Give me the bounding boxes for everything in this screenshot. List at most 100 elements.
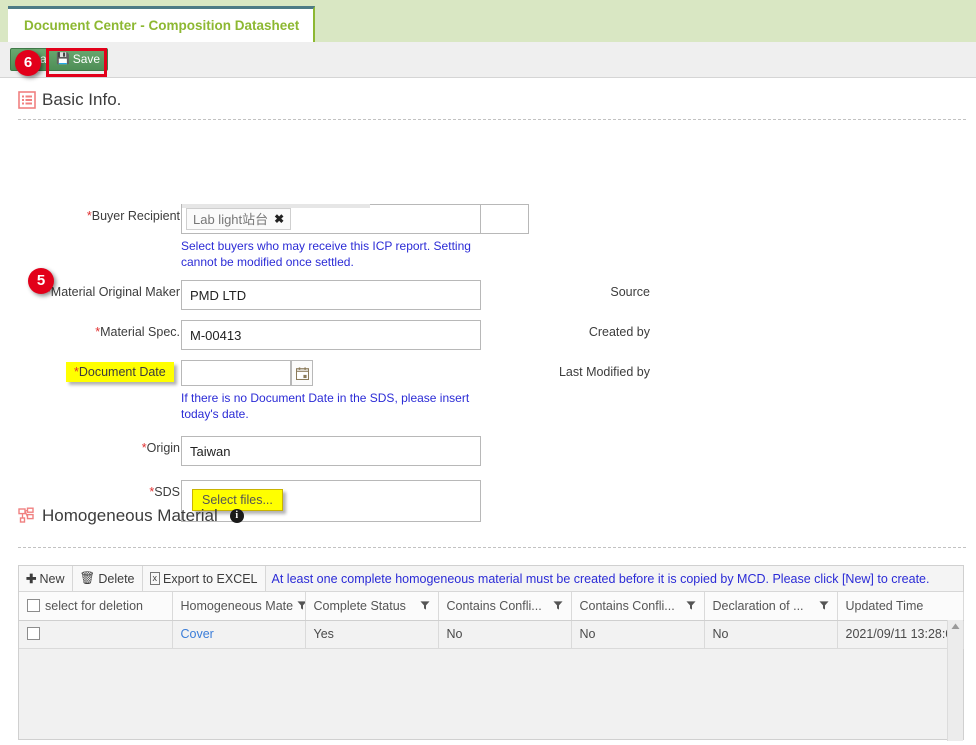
basic-info-separator: [18, 119, 966, 120]
buyer-recipient-label-text: Buyer Recipient: [91, 209, 180, 223]
homogeneous-material-title: Homogeneous Material: [42, 506, 218, 525]
plus-icon: ✚: [26, 572, 37, 586]
tree-icon: [18, 507, 34, 523]
column-header-contains-conflict-2-label: Contains Confli...: [579, 598, 675, 613]
basic-info-header: Basic Info.: [0, 90, 976, 110]
column-header-homogeneous-material[interactable]: Homogeneous Mate: [172, 592, 306, 621]
row-complete-status: Yes: [305, 620, 439, 649]
select-files-label: Select files...: [202, 493, 273, 507]
row-homogeneous-material-name[interactable]: Cover: [172, 620, 306, 649]
delete-button[interactable]: 🗑 Delete: [72, 566, 143, 591]
filter-icon[interactable]: [297, 600, 305, 611]
buyer-recipient-field[interactable]: Lab light站台 ✖: [181, 204, 529, 234]
column-header-select-for-deletion[interactable]: select for deletion: [19, 592, 173, 621]
select-all-checkbox[interactable]: [27, 599, 40, 613]
row-updated-time: 2021/09/11 13:28:08: [837, 620, 964, 649]
material-original-maker-label-text: Material Original Maker: [50, 285, 180, 299]
filter-icon[interactable]: [552, 600, 563, 611]
buyer-recipient-multiselect[interactable]: Lab light站台 ✖: [181, 204, 481, 234]
homogeneous-material-grid: ✚ New 🗑 Delete x Export to EXCEL At leas…: [18, 565, 964, 741]
grid-note: At least one complete homogeneous materi…: [271, 571, 930, 586]
material-spec-input[interactable]: [181, 320, 481, 350]
material-spec-field[interactable]: [181, 320, 481, 350]
grid-toolbar: ✚ New 🗑 Delete x Export to EXCEL At leas…: [19, 566, 963, 592]
buyer-recipient-tag[interactable]: Lab light站台 ✖: [186, 208, 292, 230]
filter-icon[interactable]: [419, 600, 430, 611]
buyer-recipient-hint: Select buyers who may receive this ICP r…: [181, 239, 471, 269]
column-header-complete-status-label: Complete Status: [313, 598, 406, 613]
new-button-label: New: [39, 571, 65, 586]
scroll-up-arrow-icon[interactable]: [951, 623, 960, 630]
column-header-updated-time[interactable]: Updated Time: [837, 592, 964, 621]
buyer-recipient-side-box[interactable]: [481, 204, 529, 234]
info-icon-glyph: i: [235, 510, 239, 521]
origin-field[interactable]: [181, 436, 481, 466]
row-contains-conflict-2: No: [571, 620, 705, 649]
basic-info-title: Basic Info.: [42, 90, 122, 109]
grid-vertical-scrollbar[interactable]: [947, 620, 963, 741]
table-header-row: select for deletion Homogeneous Mate Com…: [19, 592, 964, 621]
material-spec-label: *Material Spec.: [95, 325, 180, 339]
annotation-marker-5-label: 5: [36, 272, 46, 289]
basic-info-form: **Buyer RecipientBuyer Recipient Lab lig…: [0, 134, 976, 534]
save-button-label: Save: [72, 52, 101, 66]
origin-label: *Origin: [141, 441, 180, 455]
origin-label-text: Origin: [146, 441, 180, 455]
sds-label: *SDS: [149, 485, 180, 499]
column-header-select-for-deletion-label: select for deletion: [45, 598, 143, 613]
homogeneous-material-separator: [18, 547, 966, 548]
homogeneous-material-link[interactable]: Cover: [181, 627, 214, 641]
close-icon[interactable]: ✖: [274, 209, 284, 230]
delete-button-label: Delete: [98, 571, 135, 586]
column-header-declaration-of[interactable]: Declaration of ...: [704, 592, 838, 621]
tab-document-center-composition-datasheet[interactable]: Document Center - Composition Datasheet: [8, 6, 316, 42]
new-button[interactable]: ✚ New: [19, 566, 73, 591]
homogeneous-material-header: Homogeneous Material i: [0, 506, 244, 526]
annotation-marker-5: 5: [28, 268, 54, 294]
buyer-recipient-tag-label: Lab light站台: [193, 211, 269, 227]
document-date-label: *Document Date: [66, 362, 174, 382]
annotation-marker-6: 6: [15, 50, 41, 76]
document-date-field[interactable]: [181, 360, 313, 386]
page-toolbar: ← Back 💾 Save: [0, 42, 976, 78]
material-original-maker-field[interactable]: [181, 280, 481, 310]
origin-input[interactable]: [181, 436, 481, 466]
buyer-recipient-label: **Buyer RecipientBuyer Recipient: [86, 209, 180, 223]
material-original-maker-input[interactable]: [181, 280, 481, 310]
export-to-excel-label: Export to EXCEL: [163, 571, 258, 586]
document-date-label-text: Document Date: [78, 365, 166, 379]
column-header-homogeneous-material-label: Homogeneous Mate: [180, 598, 294, 613]
list-icon: [18, 91, 36, 109]
page-content: Basic Info. **Buyer RecipientBuyer Recip…: [0, 78, 976, 745]
column-header-declaration-of-label: Declaration of ...: [712, 598, 804, 613]
document-date-input[interactable]: [181, 360, 291, 386]
row-select-cell[interactable]: [19, 620, 173, 649]
homogeneous-material-table: select for deletion Homogeneous Mate Com…: [19, 592, 964, 649]
info-icon[interactable]: i: [229, 509, 244, 523]
column-header-complete-status[interactable]: Complete Status: [305, 592, 439, 621]
table-row[interactable]: Cover Yes No No No 2021/09/11 13:28:08: [19, 620, 964, 649]
row-checkbox[interactable]: [27, 627, 40, 640]
excel-icon: x: [149, 572, 161, 585]
column-header-contains-conflict-1[interactable]: Contains Confli...: [438, 592, 572, 621]
filter-icon[interactable]: [818, 600, 829, 611]
column-header-contains-conflict-1-label: Contains Confli...: [446, 598, 542, 613]
last-modified-by-label: Last Modified by: [558, 365, 650, 379]
floppy-disk-icon: 💾: [56, 53, 70, 65]
annotation-marker-6-label: 6: [23, 54, 33, 71]
row-declaration-of: No: [704, 620, 838, 649]
row-contains-conflict-1: No: [438, 620, 572, 649]
trash-icon: 🗑: [79, 571, 96, 585]
calendar-icon[interactable]: [291, 360, 313, 386]
tab-label: Document Center - Composition Datasheet: [24, 18, 300, 33]
filter-icon[interactable]: [685, 600, 696, 611]
created-by-label: Created by: [588, 325, 650, 339]
export-to-excel-button[interactable]: x Export to EXCEL: [142, 566, 266, 591]
column-header-contains-conflict-2[interactable]: Contains Confli...: [571, 592, 705, 621]
tab-strip: Document Center - Composition Datasheet: [0, 0, 976, 42]
save-button[interactable]: 💾 Save: [48, 48, 109, 71]
column-header-updated-time-label: Updated Time: [845, 598, 924, 613]
sds-label-text: SDS: [154, 485, 180, 499]
document-date-picker[interactable]: [181, 360, 313, 386]
material-spec-label-text: Material Spec.: [100, 325, 180, 339]
